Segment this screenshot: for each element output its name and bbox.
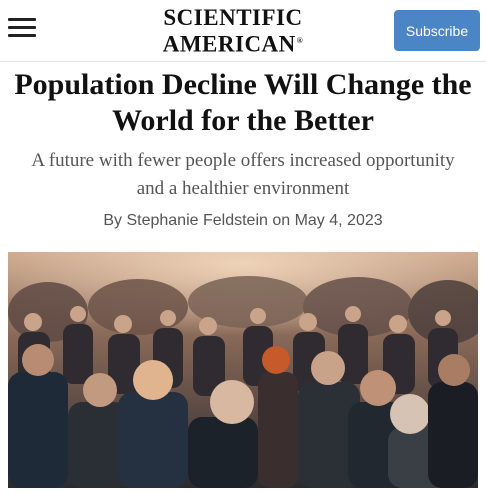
site-logo[interactable]: SCIENTIFIC AMERICAN®	[148, 6, 318, 56]
article-dek: A future with fewer people offers increa…	[31, 150, 455, 199]
article-headline: Population Decline Will Change the World…	[14, 68, 472, 137]
logo-line-1: SCIENTIFIC	[163, 5, 303, 30]
hamburger-menu-icon[interactable]	[8, 17, 38, 39]
menu-bar	[8, 34, 36, 37]
menu-bar	[8, 26, 36, 29]
subscribe-button[interactable]: Subscribe	[394, 10, 480, 51]
crowd-photo	[8, 252, 478, 488]
logo-line-2: AMERICAN®	[162, 31, 304, 57]
hero-image	[8, 252, 478, 488]
site-header: SCIENTIFIC AMERICAN® Subscribe	[0, 0, 486, 62]
article-byline: By Stephanie Feldstein on May 4, 2023	[103, 212, 383, 229]
menu-bar	[8, 18, 36, 21]
registered-mark: ®	[296, 36, 304, 45]
